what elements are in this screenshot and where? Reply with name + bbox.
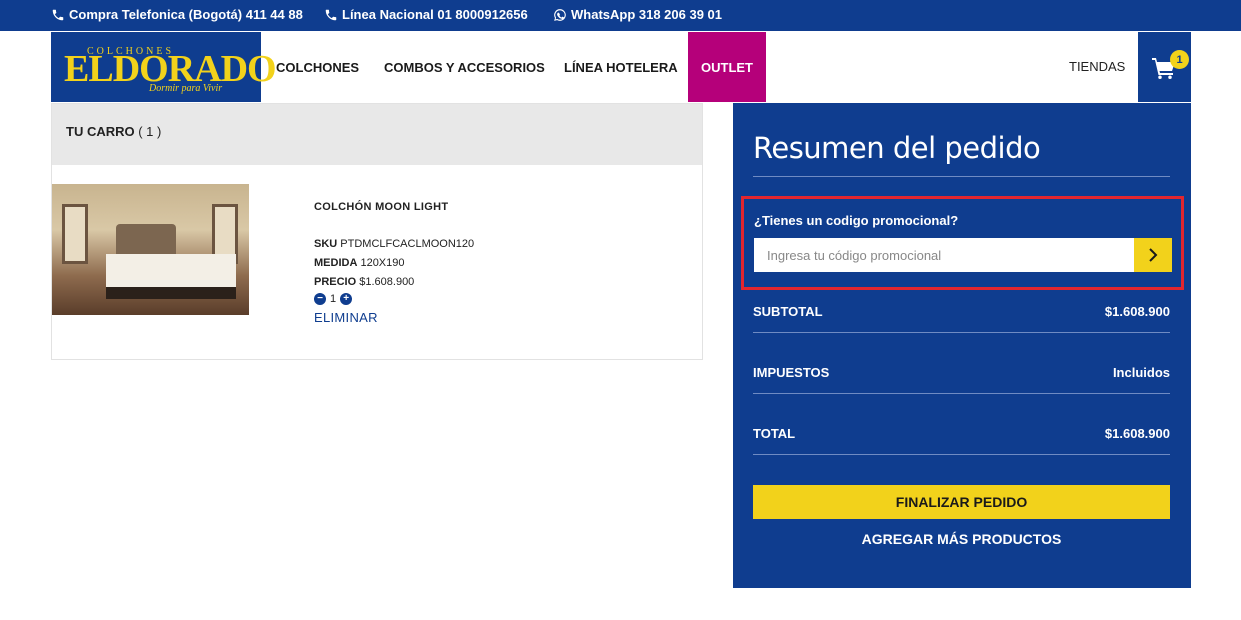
price-label: PRECIO (314, 276, 357, 288)
cart-panel: TU CARRO ( 1 ) COLCHÓN MOON LIGHT SKU PT… (51, 103, 703, 360)
taxes-row: IMPUESTOS Incluidos (753, 365, 1170, 380)
product-info: COLCHÓN MOON LIGHT SKU PTDMCLFCACLMOON12… (314, 201, 474, 325)
nav-combos-accesorios[interactable]: COMBOS Y ACCESORIOS (384, 32, 545, 102)
total-value: $1.608.900 (1104, 426, 1170, 441)
summary-title: Resumen del pedido (753, 131, 1041, 165)
image-detail-mattress (106, 254, 236, 299)
nav-linea-hotelera[interactable]: LÍNEA HOTELERA (564, 32, 678, 102)
remove-item-link[interactable]: ELIMINAR (314, 310, 474, 325)
sku-label: SKU (314, 238, 338, 250)
header-cart-button[interactable]: 1 (1138, 32, 1191, 102)
divider (753, 176, 1170, 177)
nav-colchones[interactable]: COLCHONES (276, 32, 359, 102)
subtotal-row: SUBTOTAL $1.608.900 (753, 304, 1170, 319)
subtotal-label: SUBTOTAL (753, 304, 823, 319)
quantity-value: 1 (330, 293, 337, 305)
price-value: $1.608.900 (359, 276, 415, 288)
phone-icon (52, 9, 64, 20)
divider (753, 454, 1170, 455)
promo-code-input[interactable] (754, 238, 1134, 272)
total-row: TOTAL $1.608.900 (753, 426, 1170, 441)
image-detail-mirror (62, 204, 88, 264)
taxes-value: Incluidos (1112, 365, 1170, 380)
phone-bogota-text: Compra Telefonica (Bogotá) 411 44 88 (69, 7, 303, 22)
size-value: 120X190 (360, 257, 405, 269)
decrease-quantity-button[interactable]: − (314, 293, 326, 305)
whatsapp-text: WhatsApp 318 206 39 01 (571, 7, 723, 22)
site-header: COLCHONES ELDORADO Dormir para Vivir COL… (51, 32, 1138, 102)
sku-value: PTDMCLFCACLMOON120 (340, 238, 475, 250)
cart-title: TU CARRO (66, 124, 135, 139)
increase-quantity-button[interactable]: + (340, 293, 353, 305)
order-summary-panel: Resumen del pedido ¿Tienes un codigo pro… (733, 103, 1191, 588)
phone-national-text: Línea Nacional 01 8000912656 (342, 7, 528, 22)
eldorado-logo[interactable]: COLCHONES ELDORADO Dormir para Vivir (51, 32, 277, 102)
divider (753, 332, 1170, 333)
nav-outlet[interactable]: OUTLET (688, 32, 766, 102)
logo-tagline: Dormir para Vivir (149, 83, 223, 94)
cart-header: TU CARRO ( 1 ) (52, 104, 702, 165)
whatsapp-icon (554, 8, 566, 21)
product-name[interactable]: COLCHÓN MOON LIGHT (314, 201, 474, 213)
subtotal-value: $1.608.900 (1104, 304, 1170, 319)
total-label: TOTAL (753, 426, 796, 441)
product-size: MEDIDA 120X190 (314, 257, 474, 269)
whatsapp-contact[interactable]: WhatsApp 318 206 39 01 (553, 7, 722, 22)
phone-icon (325, 9, 337, 20)
product-sku: SKU PTDMCLFCACLMOON120 (314, 238, 474, 250)
taxes-label: IMPUESTOS (753, 365, 830, 380)
cart-count-badge: 1 (1170, 50, 1189, 69)
divider (753, 393, 1170, 394)
phone-national[interactable]: Línea Nacional 01 8000912656 (324, 7, 528, 22)
promo-question: ¿Tienes un codigo promocional? (754, 213, 959, 228)
product-image[interactable] (52, 184, 249, 315)
phone-bogota[interactable]: Compra Telefonica (Bogotá) 411 44 88 (51, 7, 303, 22)
checkout-button[interactable]: FINALIZAR PEDIDO (753, 485, 1170, 519)
promo-code-section: ¿Tienes un codigo promocional? (741, 196, 1184, 290)
size-label: MEDIDA (314, 257, 358, 269)
add-more-products-link[interactable]: AGREGAR MÁS PRODUCTOS (753, 531, 1170, 547)
apply-promo-button[interactable] (1134, 238, 1172, 272)
image-detail-headboard (116, 224, 176, 256)
nav-tiendas[interactable]: TIENDAS (1069, 59, 1125, 74)
quantity-stepper: − 1 + (314, 293, 474, 305)
cart-item-count: ( 1 ) (138, 124, 162, 139)
product-price: PRECIO $1.608.900 (314, 276, 474, 288)
chevron-right-icon (1149, 248, 1158, 262)
top-contact-bar: Compra Telefonica (Bogotá) 411 44 88 Lín… (0, 0, 1241, 31)
